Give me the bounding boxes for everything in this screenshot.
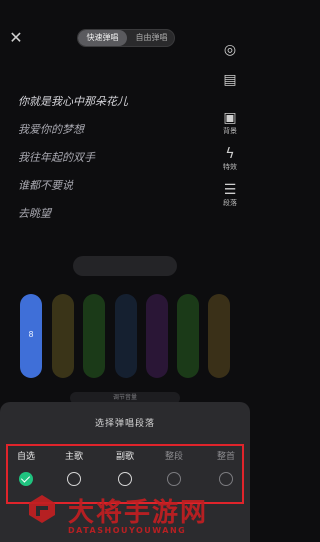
chord-pad[interactable] [52, 294, 74, 378]
list-icon: ☰ [223, 182, 237, 198]
option-full-song[interactable]: 整首 [206, 450, 246, 486]
top-bar: ✕ 快速弹唱 自由弹唱 [0, 0, 250, 60]
option-custom[interactable]: 自选 [6, 450, 46, 486]
rail-label-effects: 特效 [223, 163, 237, 171]
lyric-line: 谁都不要说 [18, 179, 73, 192]
chord-pad[interactable]: 8 [20, 294, 42, 378]
rail-item-effects[interactable]: ϟ 特效 [216, 146, 244, 172]
checkmark-icon[interactable] [19, 472, 33, 486]
watermark-subtitle: DATASHOUYOUWANG [68, 526, 187, 535]
lyric-line: 去眺望 [18, 207, 51, 220]
image-icon: ▣ [223, 110, 237, 126]
radio-icon[interactable] [219, 472, 233, 486]
chord-pill[interactable] [73, 256, 177, 276]
watermark: 大将手游网 DATASHOUYOUWANG [28, 490, 250, 540]
radio-icon[interactable] [118, 472, 132, 486]
radio-icon[interactable] [167, 472, 181, 486]
stage-icon: ▤ [223, 72, 237, 88]
chord-pad[interactable] [146, 294, 168, 378]
chord-pad[interactable] [115, 294, 137, 378]
tab-quick-play[interactable]: 快速弹唱 [78, 30, 127, 46]
lyric-line: 你就是我心中那朵花儿 [18, 95, 128, 108]
option-label: 副歌 [115, 452, 134, 462]
option-chorus[interactable]: 副歌 [105, 450, 145, 486]
chord-pad[interactable] [208, 294, 230, 378]
mode-toggle: 快速弹唱 自由弹唱 [77, 29, 175, 47]
chord-pad-label: 8 [28, 330, 34, 339]
rail-label-background: 背景 [223, 127, 237, 135]
rail-item-settings[interactable]: ◎ [216, 42, 244, 58]
watermark-logo-icon [29, 495, 55, 523]
rail-item-background[interactable]: ▣ 背景 [216, 110, 244, 136]
option-verse[interactable]: 主歌 [54, 450, 94, 486]
option-label: 主歌 [64, 452, 83, 462]
chord-pad[interactable] [83, 294, 105, 378]
option-full-section[interactable]: 整段 [154, 450, 194, 486]
option-label: 整段 [164, 452, 183, 462]
option-label: 整首 [216, 452, 235, 462]
rail-label-sections: 段落 [223, 199, 237, 207]
lyric-line: 我往年起的双手 [18, 151, 95, 164]
bolt-icon: ϟ [225, 146, 235, 162]
rail-item-stage[interactable]: ▤ [216, 72, 244, 88]
close-icon[interactable]: ✕ [8, 30, 24, 46]
lyric-line: 我爱你的梦想 [18, 123, 84, 136]
chord-pad[interactable] [177, 294, 199, 378]
watermark-title: 大将手游网 [68, 498, 209, 528]
settings-icon: ◎ [223, 42, 237, 58]
chord-pads: 8 [20, 294, 230, 378]
rail-item-sections[interactable]: ☰ 段落 [216, 182, 244, 208]
radio-icon[interactable] [67, 472, 81, 486]
sheet-title: 选择弹唱段落 [94, 419, 155, 429]
option-label: 自选 [16, 452, 35, 462]
tab-free-play[interactable]: 自由弹唱 [127, 30, 174, 46]
